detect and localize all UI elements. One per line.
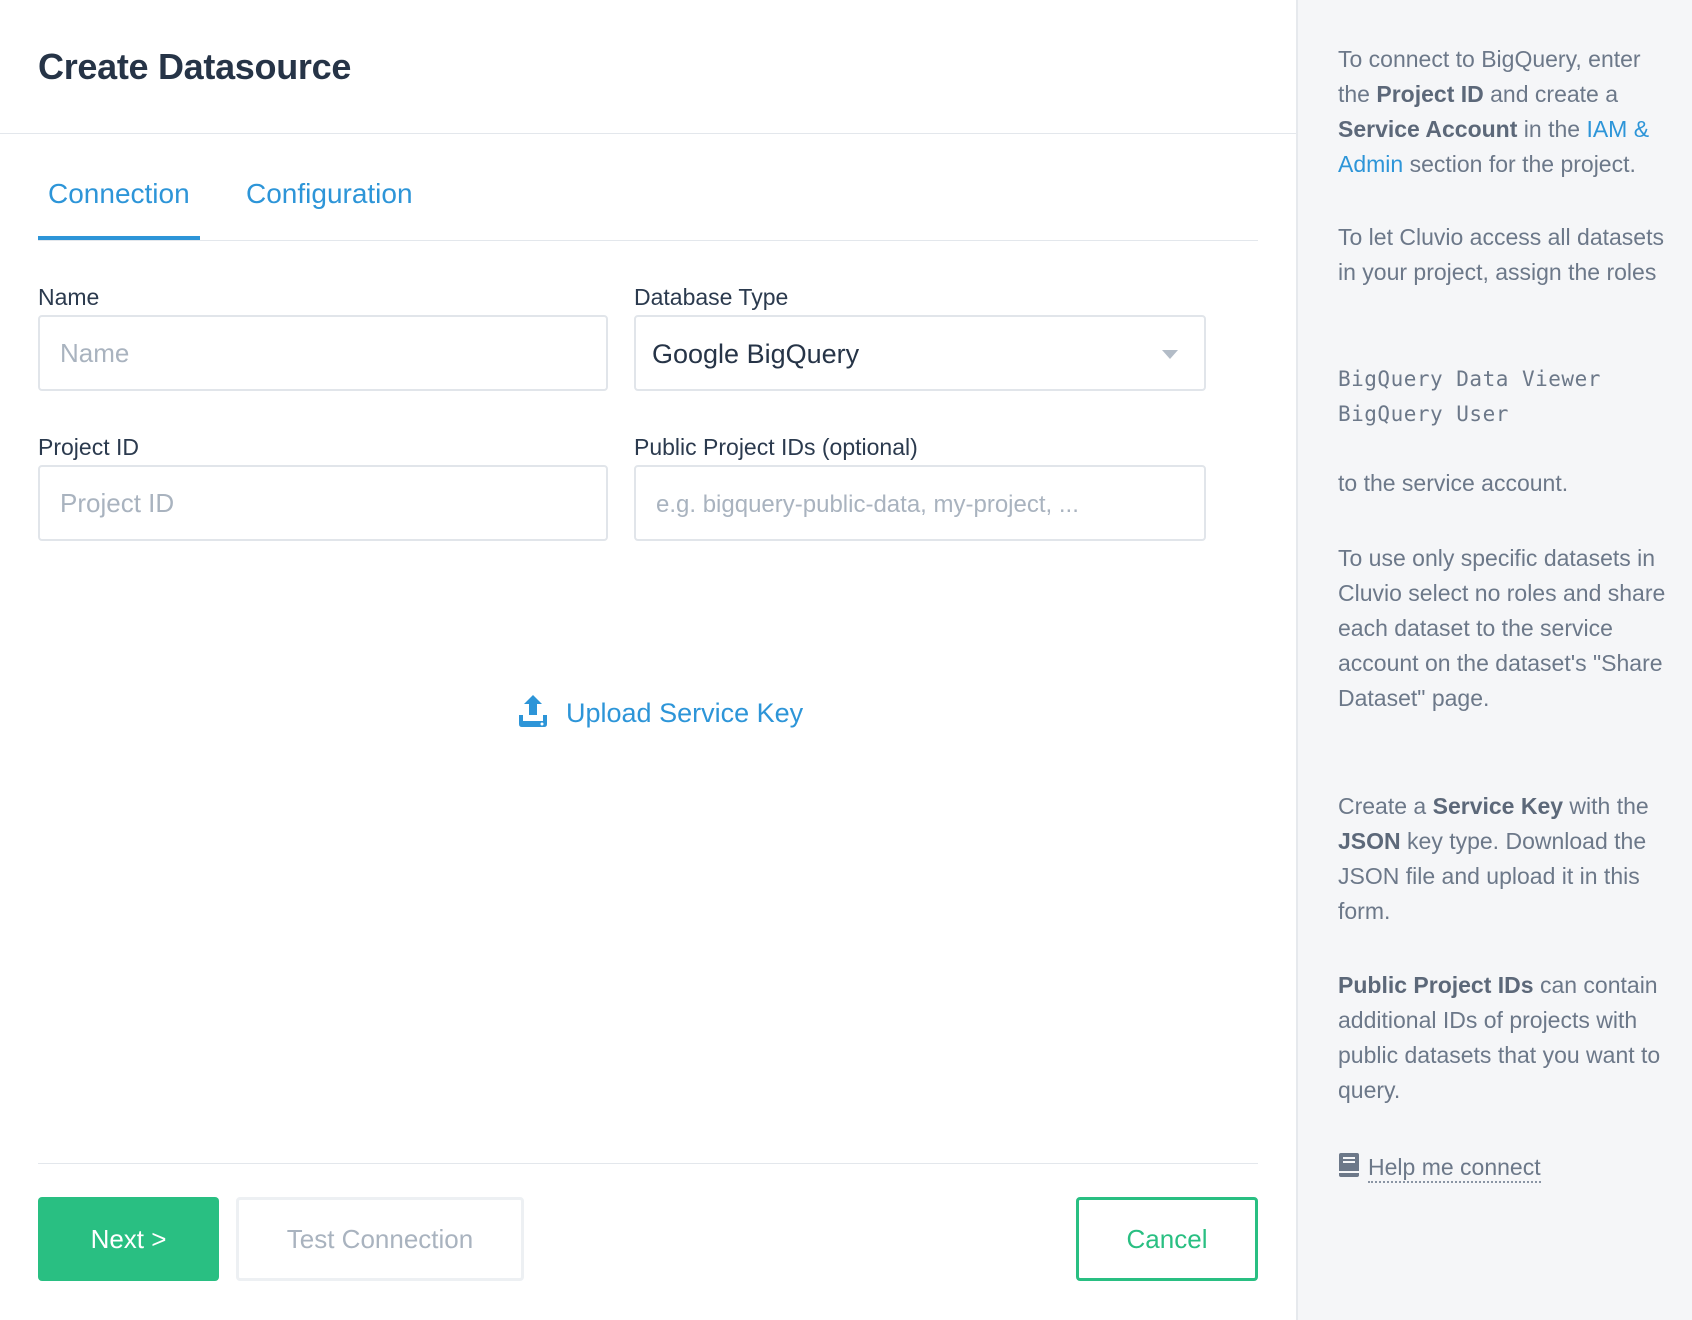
database-type-select[interactable]: Google BigQuery xyxy=(634,315,1206,391)
help-sidebar: To connect to BigQuery, enter the Projec… xyxy=(1296,0,1692,1320)
caret-down-icon xyxy=(1162,350,1178,359)
main-panel: Create Datasource Connection Configurati… xyxy=(0,0,1296,1320)
book-icon xyxy=(1338,1152,1360,1183)
help-paragraph-specific-datasets: To use only specific datasets in Cluvio … xyxy=(1338,545,1666,711)
tab-connection[interactable]: Connection xyxy=(48,178,190,210)
name-label: Name xyxy=(38,284,100,310)
public-project-ids-input[interactable] xyxy=(634,465,1206,541)
header: Create Datasource xyxy=(0,0,1296,134)
project-id-label: Project ID xyxy=(38,434,139,460)
database-type-label: Database Type xyxy=(634,284,789,310)
help-me-connect-link[interactable]: Help me connect xyxy=(1338,1152,1541,1183)
next-button[interactable]: Next > xyxy=(38,1197,219,1281)
upload-service-key-label: Upload Service Key xyxy=(566,697,804,728)
footer-divider xyxy=(38,1163,1258,1164)
name-input[interactable] xyxy=(38,315,608,391)
public-project-ids-label: Public Project IDs (optional) xyxy=(634,434,918,460)
help-paragraph-roles: To let Cluvio access all datasets in you… xyxy=(1338,224,1664,285)
test-connection-button[interactable]: Test Connection xyxy=(236,1197,524,1281)
project-id-input[interactable] xyxy=(38,465,608,541)
help-me-connect-label: Help me connect xyxy=(1368,1153,1541,1183)
help-paragraph-service-account: to the service account. xyxy=(1338,470,1569,496)
upload-service-key-button[interactable]: Upload Service Key xyxy=(516,693,803,733)
active-tab-indicator xyxy=(38,236,200,240)
upload-icon xyxy=(516,693,550,734)
tab-configuration[interactable]: Configuration xyxy=(246,178,413,210)
role-bigquery-data-viewer: BigQuery Data Viewer xyxy=(1338,367,1601,391)
tab-bar: Connection Configuration xyxy=(38,170,1258,241)
help-paragraph-connect: To connect to BigQuery, enter the Projec… xyxy=(1338,46,1650,177)
role-bigquery-user: BigQuery User xyxy=(1338,402,1509,426)
database-type-value: Google BigQuery xyxy=(652,339,860,369)
help-paragraph-service-key: Create a Service Key with the JSON key t… xyxy=(1338,793,1649,924)
cancel-button[interactable]: Cancel xyxy=(1076,1197,1258,1281)
help-paragraph-public-ids: Public Project IDs can contain additiona… xyxy=(1338,972,1661,1103)
page-title: Create Datasource xyxy=(38,46,352,87)
